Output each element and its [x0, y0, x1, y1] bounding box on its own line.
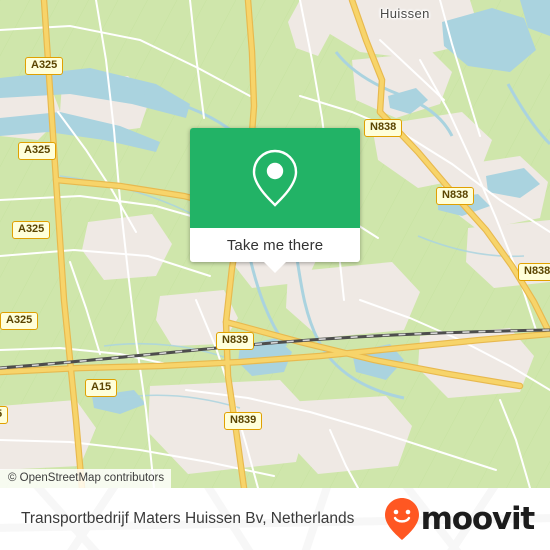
moovit-logo[interactable]: moovit: [384, 488, 536, 550]
take-me-there-label[interactable]: Take me there: [227, 237, 323, 254]
road-shield-a15[interactable]: A15: [85, 379, 118, 397]
moovit-wordmark: moovit: [420, 500, 536, 537]
road-shield-a325-2[interactable]: A325: [18, 142, 57, 160]
road-shield-n838-2[interactable]: N838: [436, 187, 475, 205]
road-shield-n838-1[interactable]: N838: [364, 119, 403, 137]
road-shield-a325-1[interactable]: A325: [25, 57, 64, 75]
map-screenshot: Huissen A325 A325 A325 A325 N838 N838 N8…: [0, 0, 550, 550]
road-shield-n838-3[interactable]: N838: [518, 263, 550, 281]
location-pin-icon: [252, 149, 298, 207]
road-shield-a325-3[interactable]: A325: [12, 221, 51, 239]
callout-action-bar[interactable]: Take me there: [190, 228, 360, 273]
location-callout-card[interactable]: Take me there: [190, 128, 360, 273]
footer-bar: Transportbedrijf Maters Huissen Bv, Neth…: [0, 488, 550, 550]
map-canvas[interactable]: Huissen A325 A325 A325 A325 N838 N838 N8…: [0, 0, 550, 488]
road-shield-n839-1[interactable]: N839: [216, 332, 255, 350]
callout-pin-area: [190, 128, 360, 228]
road-shield-edge-clipped[interactable]: 5: [0, 406, 9, 424]
moovit-smiley-pin-icon: [384, 498, 419, 540]
callout-tail-pointer: [264, 262, 286, 273]
road-shield-n839-2[interactable]: N839: [224, 412, 263, 430]
road-shield-a325-4[interactable]: A325: [0, 312, 39, 330]
page-title: Transportbedrijf Maters Huissen Bv, Neth…: [21, 510, 355, 527]
osm-attribution[interactable]: © OpenStreetMap contributors: [0, 469, 172, 488]
